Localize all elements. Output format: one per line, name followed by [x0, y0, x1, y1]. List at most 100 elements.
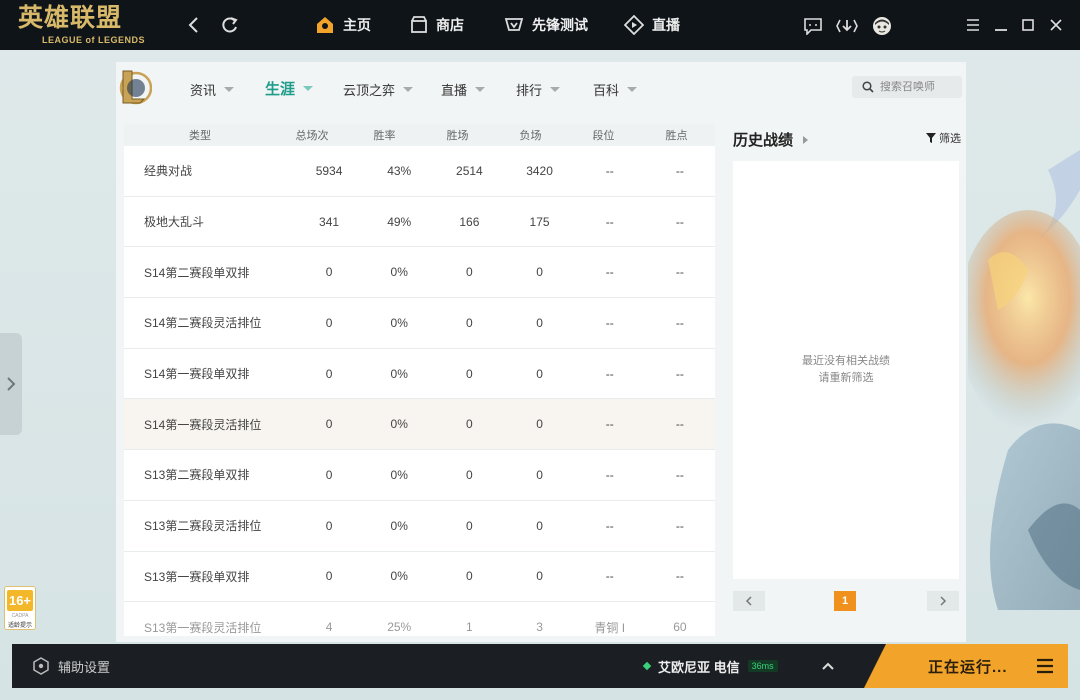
dropdown-arrow-icon: [475, 87, 486, 92]
match-history-list: 最近没有相关战绩 请重新筛选: [733, 161, 959, 579]
table-row[interactable]: S13第二赛段单双排 0 0% 0 0 -- --: [124, 450, 715, 501]
next-page-button[interactable]: [927, 591, 959, 611]
cell-type: S13第一赛段灵活排位: [144, 620, 262, 635]
cell-winrate: 43%: [387, 163, 412, 178]
expand-sidebar-button[interactable]: [0, 333, 22, 435]
topnav-store[interactable]: 商店: [410, 0, 464, 50]
cell-lp: --: [675, 214, 684, 229]
table-row[interactable]: S14第一赛段灵活排位 0 0% 0 0 -- --: [124, 399, 715, 451]
col-header-wins: 胜场: [446, 130, 469, 142]
server-selector[interactable]: 艾欧尼亚 电信 36ms: [642, 644, 778, 688]
game-running-label: 正在运行...: [928, 658, 1008, 676]
vanguard-icon: [504, 18, 524, 31]
download-button[interactable]: [836, 15, 858, 37]
cell-winrate: 0%: [390, 265, 408, 280]
settings-menu-button[interactable]: [963, 15, 983, 35]
dropdown-arrow-icon: [403, 87, 414, 92]
table-row[interactable]: 经典对战 5934 43% 2514 3420 -- --: [124, 146, 715, 197]
close-button[interactable]: [1046, 15, 1066, 35]
chevron-right-icon: [803, 135, 809, 144]
sub-navigation: 资讯 生涯 云顶之弈 直播 排行 百科: [116, 62, 966, 122]
table-row[interactable]: S13第一赛段单双排 0 0% 0 0 -- --: [124, 552, 715, 603]
col-header-total: 总场次: [295, 130, 329, 142]
cell-type: S13第二赛段单双排: [144, 468, 250, 483]
table-row[interactable]: S13第二赛段灵活排位 0 0% 0 0 -- --: [124, 501, 715, 552]
chevron-right-icon: [7, 377, 16, 391]
subnav-rank[interactable]: 排行: [516, 80, 561, 99]
subnav-live[interactable]: 直播: [441, 80, 486, 99]
topnav-home[interactable]: 主页: [315, 0, 371, 50]
cell-losses: 0: [536, 315, 543, 330]
age-rating-label: 适龄提示: [7, 623, 32, 629]
summoner-search-input[interactable]: [880, 81, 960, 93]
page-number[interactable]: 1: [834, 591, 856, 611]
cell-total: 0: [325, 467, 333, 482]
cell-wins: 0: [466, 569, 473, 584]
refresh-button[interactable]: [218, 13, 242, 37]
search-icon[interactable]: [862, 81, 874, 93]
filter-label: 筛选: [939, 133, 961, 145]
assist-settings-button[interactable]: 辅助设置: [32, 644, 110, 688]
back-button[interactable]: [182, 13, 206, 37]
cell-wins: 0: [466, 467, 473, 482]
cell-losses: 3420: [526, 163, 553, 178]
subnav-tft[interactable]: 云顶之弈: [343, 80, 414, 99]
minimize-button[interactable]: [991, 15, 1011, 35]
subnav-news-label: 资讯: [190, 83, 217, 98]
cell-losses: 0: [536, 467, 543, 482]
cell-losses: 0: [536, 417, 543, 432]
game-logo[interactable]: 英雄联盟 LEAGUE of LEGENDS: [18, 4, 153, 48]
filter-button[interactable]: 筛选: [926, 130, 961, 146]
download-icon: [836, 19, 858, 33]
table-row[interactable]: 极地大乱斗 341 49% 166 175 -- --: [124, 197, 715, 248]
age-rating-number: 16+: [7, 590, 33, 611]
menu-icon[interactable]: [1036, 657, 1054, 675]
table-row[interactable]: S14第二赛段单双排 0 0% 0 0 -- --: [124, 247, 715, 299]
topnav-live-label: 直播: [652, 17, 680, 33]
cell-wins: 0: [466, 366, 473, 381]
match-history-label: 历史战绩: [733, 132, 794, 149]
empty-message-line1: 最近没有相关战绩: [802, 355, 890, 367]
cell-losses: 175: [529, 214, 550, 229]
maximize-button[interactable]: [1018, 15, 1038, 35]
cell-total: 0: [325, 569, 333, 584]
cell-tier: --: [605, 163, 614, 178]
chevron-right-icon: [940, 596, 947, 606]
cell-type: S13第二赛段灵活排位: [144, 519, 262, 534]
table-row[interactable]: S14第一赛段单双排 0 0% 0 0 -- --: [124, 349, 715, 400]
prev-page-button[interactable]: [733, 591, 765, 611]
messages-button[interactable]: [802, 15, 824, 37]
maximize-icon: [1022, 19, 1034, 31]
topnav-vanguard[interactable]: 先锋测试: [504, 0, 588, 50]
cell-lp: 60: [673, 620, 687, 635]
chat-box-icon: [804, 18, 822, 35]
cell-total: 0: [325, 518, 333, 533]
subnav-career[interactable]: 生涯: [265, 78, 314, 99]
subnav-news[interactable]: 资讯: [190, 80, 235, 99]
pagination: 1: [733, 591, 959, 611]
table-row[interactable]: S14第二赛段灵活排位 0 0% 0 0 -- --: [124, 298, 715, 349]
cell-tier: --: [605, 366, 614, 381]
topnav-live[interactable]: 直播: [624, 0, 680, 50]
game-running-button[interactable]: 正在运行...: [864, 644, 1068, 688]
store-icon: [411, 16, 427, 33]
champion-artwork: [968, 150, 1080, 610]
cell-total: 0: [325, 366, 333, 381]
cell-wins: 0: [466, 518, 473, 533]
dropdown-arrow-icon: [224, 87, 235, 92]
server-status-icon: [642, 661, 652, 671]
lol-logo-icon[interactable]: [118, 68, 152, 106]
subnav-wiki[interactable]: 百科: [593, 80, 638, 99]
age-rating-badge: 16+ CADPA 适龄提示: [4, 586, 36, 630]
subnav-live-label: 直播: [441, 83, 468, 98]
col-header-tier: 段位: [592, 130, 615, 142]
match-history-title[interactable]: 历史战绩: [733, 129, 809, 150]
dropdown-arrow-icon: [627, 87, 638, 92]
table-body: 经典对战 5934 43% 2514 3420 -- -- 极地大乱斗 341 49% 166 175…: [124, 146, 715, 636]
cell-wins: 0: [466, 315, 473, 330]
expand-up-button[interactable]: [818, 656, 838, 676]
table-row[interactable]: S13第一赛段灵活排位 4 25% 1 3 青铜 I 60: [124, 602, 715, 636]
user-avatar[interactable]: [871, 15, 893, 37]
cell-total: 0: [325, 417, 333, 432]
cell-tier: 青铜 I: [594, 620, 626, 635]
